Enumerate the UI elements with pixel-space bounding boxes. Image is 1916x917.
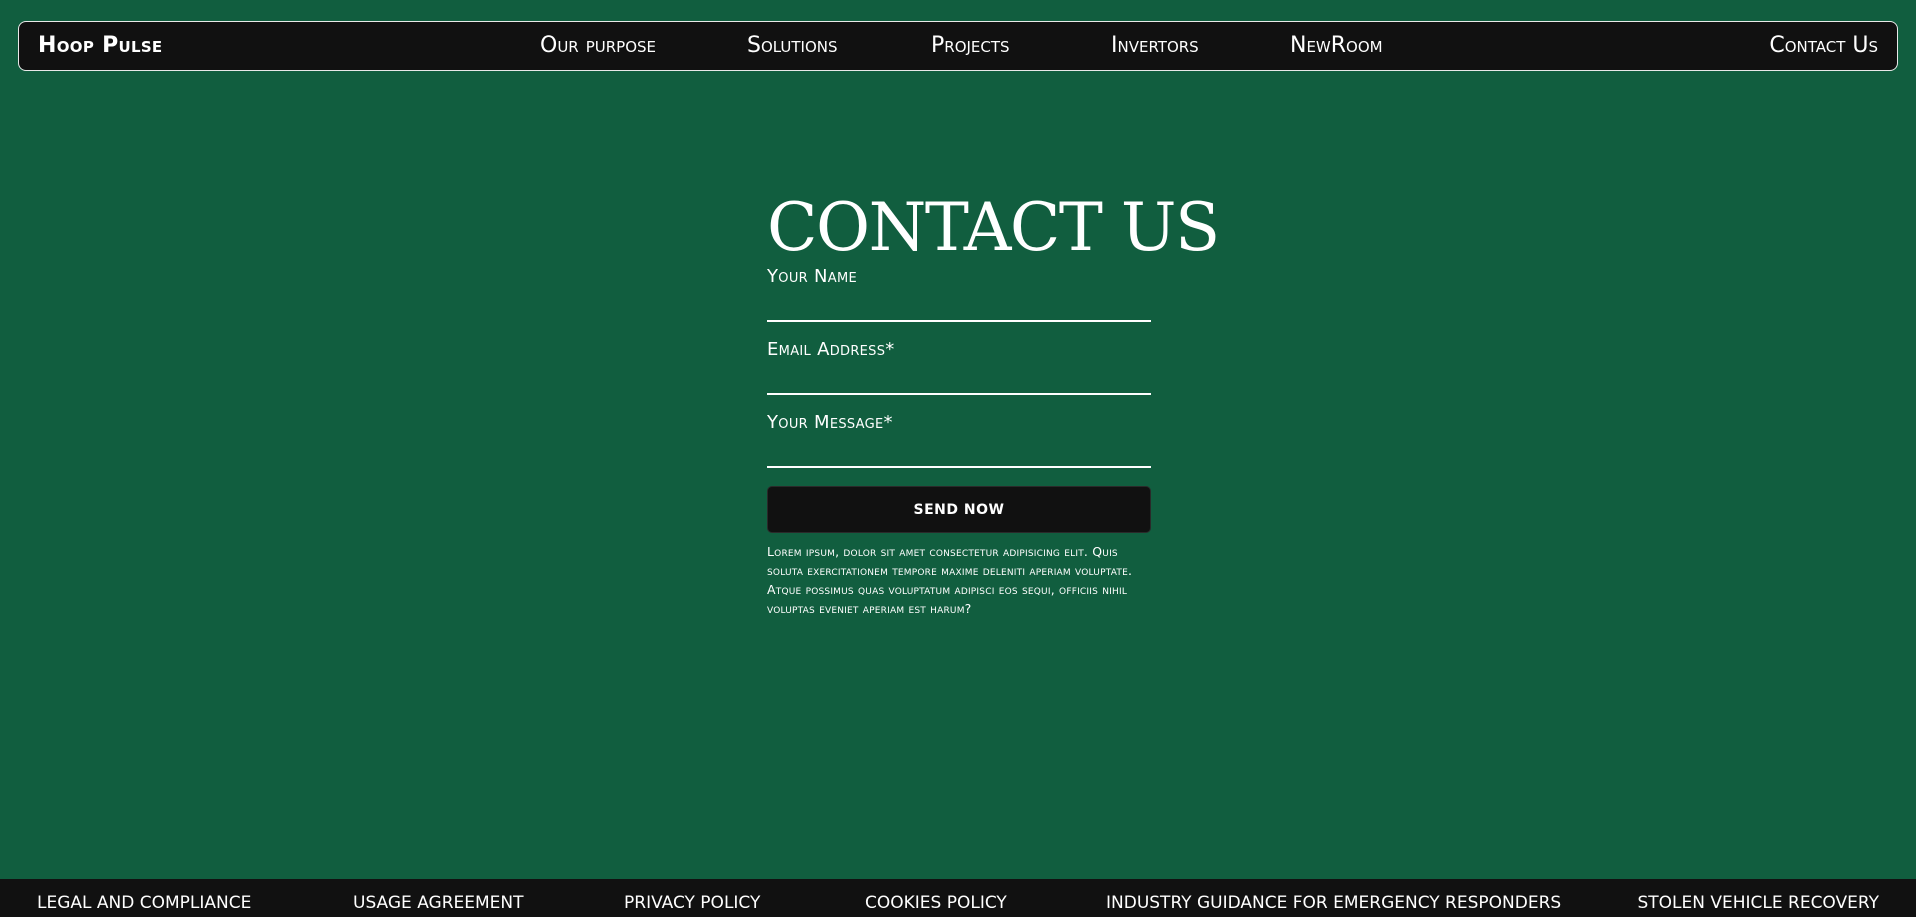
nav-newroom[interactable]: NewRoom [1290, 33, 1383, 58]
message-input[interactable] [767, 442, 1151, 468]
footer-link-industry-guidance[interactable]: INDUSTRY GUIDANCE FOR EMERGENCY RESPONDE… [1106, 893, 1561, 913]
footer-link-stolen-vehicle[interactable]: STOLEN VEHICLE RECOVERY [1637, 893, 1879, 913]
message-field-group: Your Message* [767, 412, 1151, 485]
footer-link-legal[interactable]: LEGAL AND COMPLIANCE [37, 893, 251, 913]
email-input[interactable] [767, 369, 1151, 395]
name-label: Your Name [767, 266, 857, 287]
page-title: CONTACT US [767, 189, 1220, 266]
name-input[interactable] [767, 296, 1151, 322]
top-navbar: Hoop Pulse Our purpose Solutions Project… [18, 21, 1898, 71]
message-label: Your Message* [767, 412, 893, 433]
nav-projects[interactable]: Projects [931, 33, 1010, 58]
footer-bar: LEGAL AND COMPLIANCE USAGE AGREEMENT PRI… [0, 879, 1916, 917]
email-label: Email Address* [767, 339, 895, 360]
brand-logo[interactable]: Hoop Pulse [38, 33, 162, 58]
nav-invertors[interactable]: Invertors [1111, 33, 1199, 58]
footer-link-privacy-policy[interactable]: PRIVACY POLICY [624, 893, 760, 913]
contact-form: CONTACT US Your Name Email Address* Your… [767, 189, 1220, 618]
email-field-group: Email Address* [767, 339, 1151, 412]
name-field-group: Your Name [767, 266, 1151, 339]
nav-solutions[interactable]: Solutions [747, 33, 838, 58]
footer-link-cookies-policy[interactable]: COOKIES POLICY [865, 893, 1007, 913]
form-note: Lorem ipsum, dolor sit amet consectetur … [767, 544, 1133, 616]
nav-our-purpose[interactable]: Our purpose [540, 33, 656, 58]
footer-link-usage-agreement[interactable]: USAGE AGREEMENT [353, 893, 524, 913]
nav-contact-us[interactable]: Contact Us [1769, 33, 1878, 58]
send-now-button[interactable]: SEND NOW [767, 486, 1151, 533]
